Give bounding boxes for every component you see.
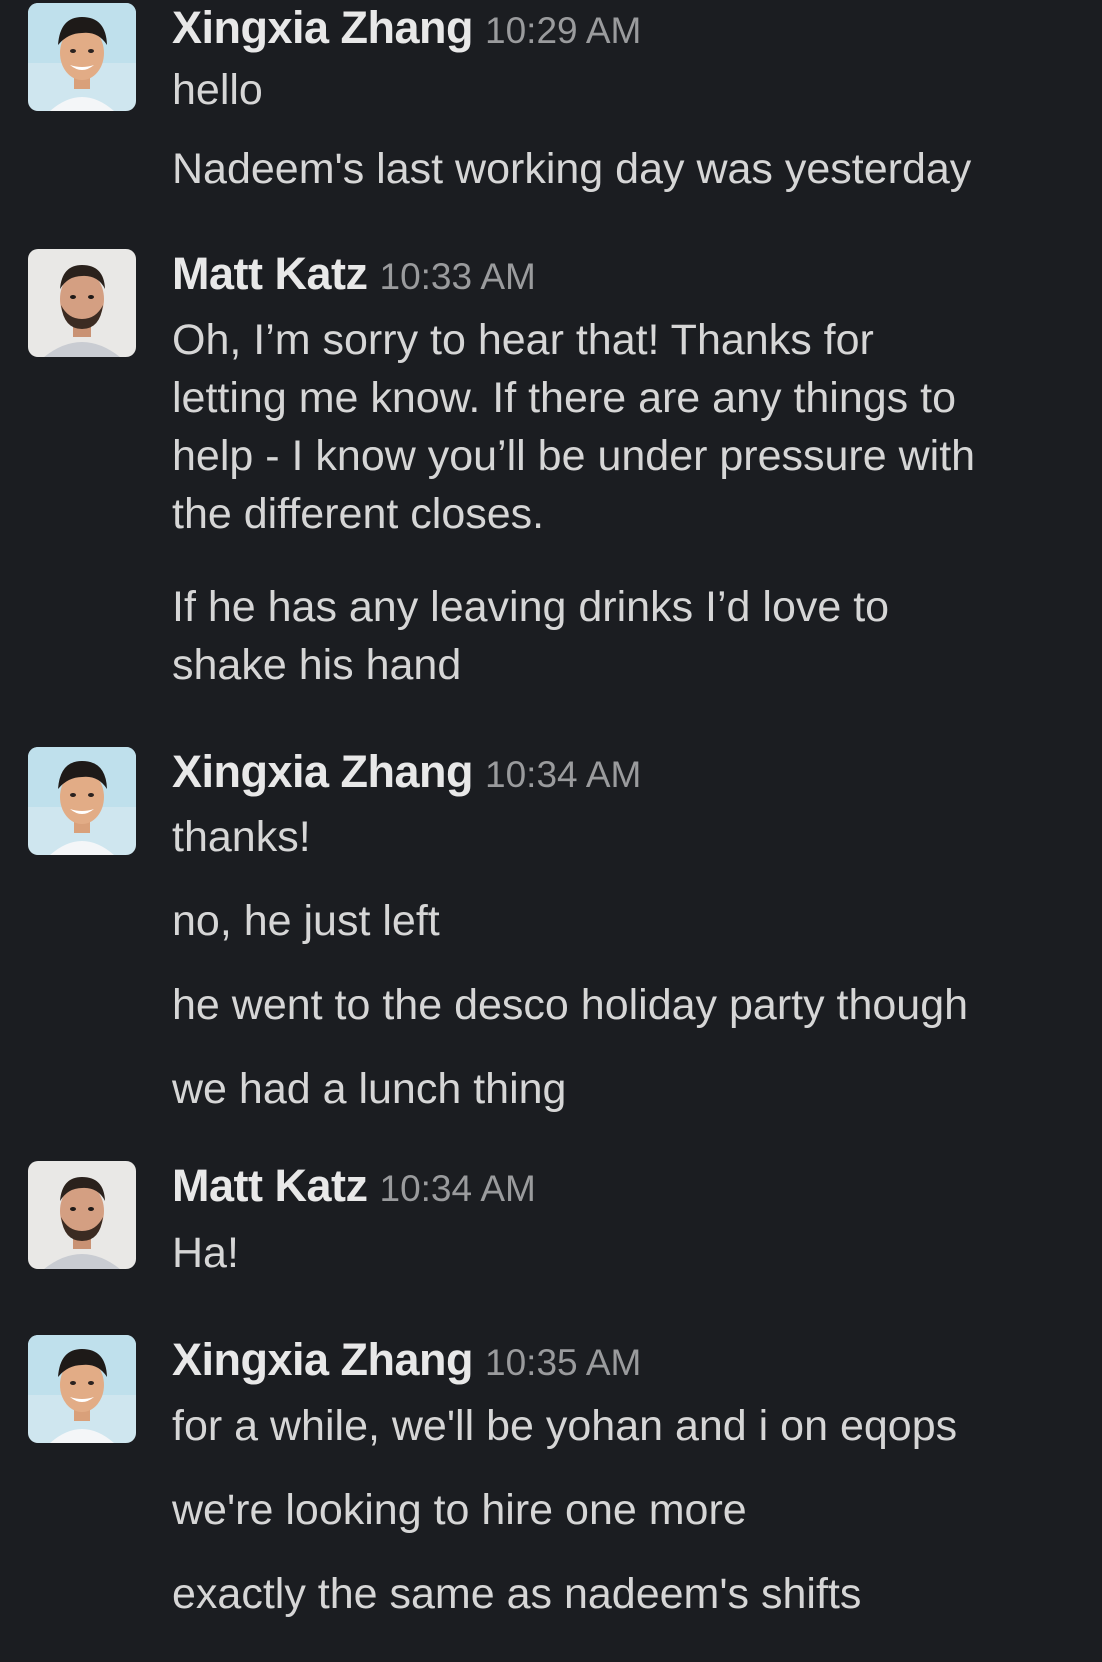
message-timestamp[interactable]: 10:34 AM xyxy=(380,1168,536,1209)
message-timestamp[interactable]: 10:35 AM xyxy=(485,1342,641,1383)
message-timestamp[interactable]: 10:29 AM xyxy=(485,10,641,51)
person-man-avatar-icon xyxy=(28,249,136,357)
message-text: Ha! xyxy=(172,1229,239,1277)
author-name[interactable]: Matt Katz 10:34 AM xyxy=(172,1160,536,1212)
person-man-avatar-icon xyxy=(28,1161,136,1269)
message-text: he went to the desco holiday party thoug… xyxy=(172,981,969,1029)
message-text: Nadeem's last working day was yesterday xyxy=(172,145,972,193)
author-name-text[interactable]: Xingxia Zhang xyxy=(172,1334,474,1385)
person-woman-avatar-icon xyxy=(28,747,136,855)
avatar[interactable] xyxy=(28,249,136,357)
message-text: Oh, I’m sorry to hear that! Thanks for xyxy=(172,316,874,364)
message-text: exactly the same as nadeem's shifts xyxy=(172,1570,862,1618)
message-text: for a while, we'll be yohan and i on eqo… xyxy=(172,1402,958,1450)
avatar[interactable] xyxy=(28,3,136,111)
author-name[interactable]: Xingxia Zhang 10:35 AM xyxy=(172,1334,641,1386)
author-name-text[interactable]: Matt Katz xyxy=(172,1160,368,1211)
avatar[interactable] xyxy=(28,1335,136,1443)
avatar[interactable] xyxy=(28,747,136,855)
message-text: letting me know. If there are any things… xyxy=(172,374,956,422)
author-name[interactable]: Matt Katz 10:33 AM xyxy=(172,248,536,300)
message-text: shake his hand xyxy=(172,641,462,689)
avatar[interactable] xyxy=(28,1161,136,1269)
author-name[interactable]: Xingxia Zhang 10:34 AM xyxy=(172,746,641,798)
message-text: no, he just left xyxy=(172,897,440,945)
message-text: If he has any leaving drinks I’d love to xyxy=(172,583,890,631)
message-text: thanks! xyxy=(172,813,311,861)
message-text: we're looking to hire one more xyxy=(172,1486,747,1534)
author-name-text[interactable]: Xingxia Zhang xyxy=(172,746,474,797)
person-woman-avatar-icon xyxy=(28,1335,136,1443)
author-name-text[interactable]: Matt Katz xyxy=(172,248,368,299)
message-text: we had a lunch thing xyxy=(172,1065,567,1113)
message-timestamp[interactable]: 10:33 AM xyxy=(380,256,536,297)
message-timestamp[interactable]: 10:34 AM xyxy=(485,754,641,795)
author-name-text[interactable]: Xingxia Zhang xyxy=(172,2,474,53)
person-woman-avatar-icon xyxy=(28,3,136,111)
author-name[interactable]: Xingxia Zhang 10:29 AM xyxy=(172,2,641,54)
message-text: help - I know you’ll be under pressure w… xyxy=(172,432,976,480)
message-text: hello xyxy=(172,66,263,114)
message-text: the different closes. xyxy=(172,490,545,538)
